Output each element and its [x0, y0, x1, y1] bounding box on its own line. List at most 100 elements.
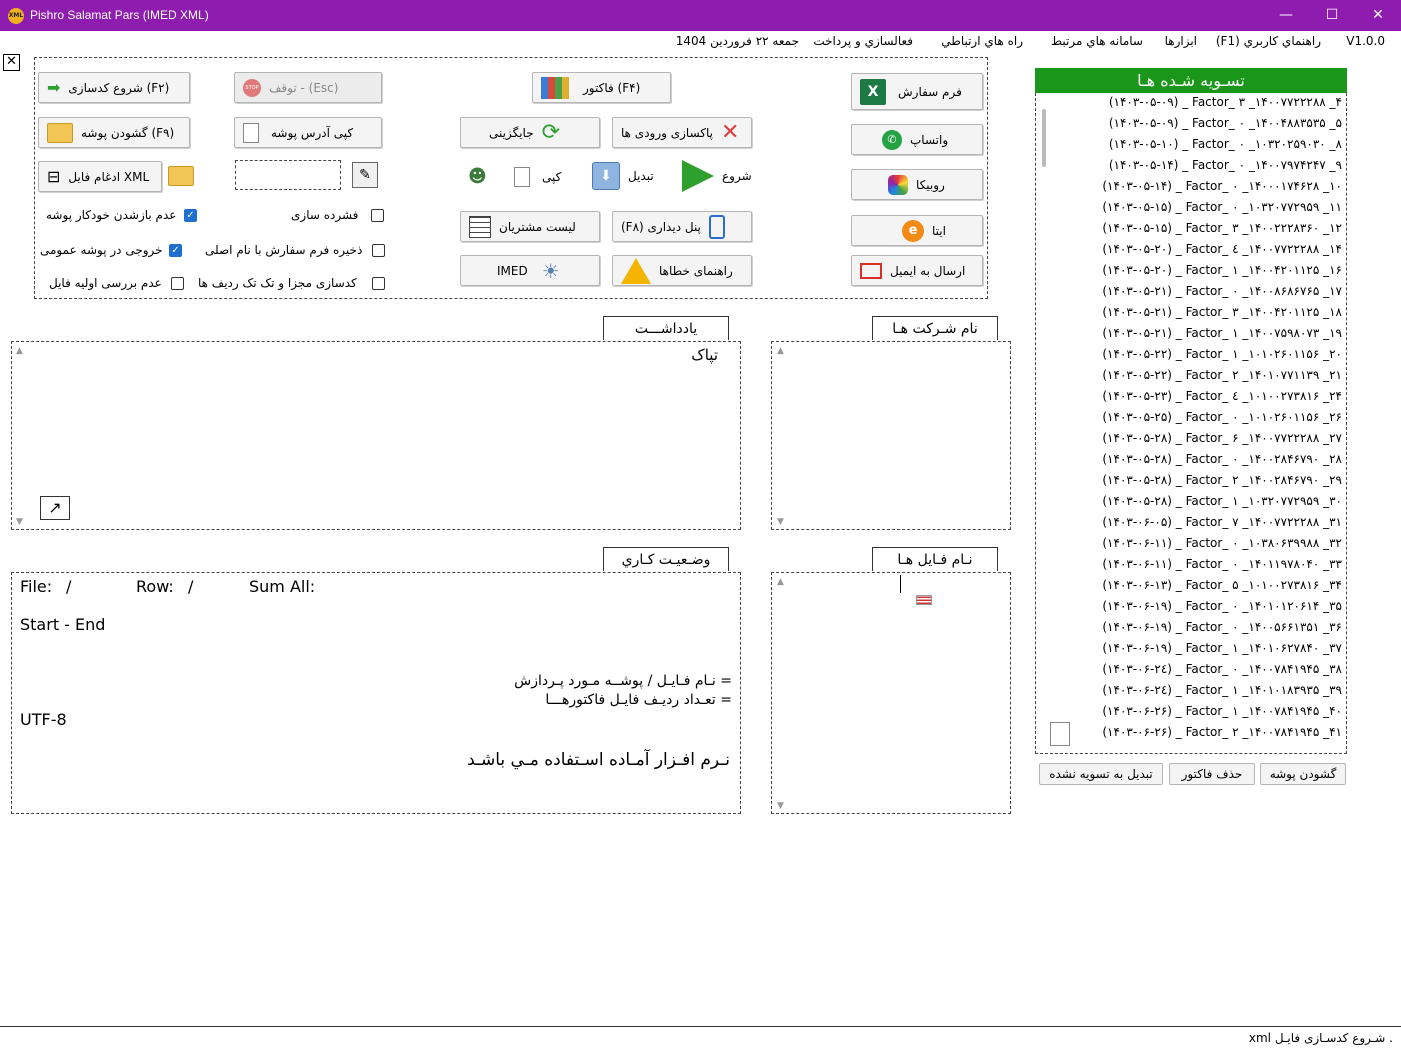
invoice-button[interactable]: فاکتور (F۴)	[532, 72, 671, 103]
notes-panel[interactable]: ▲ ▼ تپاک ↗	[11, 341, 741, 530]
settled-item[interactable]: (۱۴۰۳-۰۵-۲۱) _ Factor_ ۱ _۱۴۰۰۷۵۹۸۰۷۳ _۱…	[1102, 326, 1342, 340]
no-initial-check-checkbox[interactable]	[171, 277, 184, 290]
settled-item[interactable]: (۱۴۰۳-۰۶-۱۹) _ Factor_ ۰ _۱۴۰۱۰۱۲۰۶۱۴ _۳…	[1102, 599, 1342, 613]
menu-tools[interactable]: ابزارها	[1165, 34, 1197, 48]
app-icon: XML	[8, 8, 24, 24]
reset-icon[interactable]: ✕	[3, 54, 20, 71]
copy-button[interactable]: کپی	[514, 167, 561, 187]
replace-button[interactable]: جایگزینی ⟳	[460, 117, 600, 148]
scroll-down-icon[interactable]: ▼	[777, 801, 784, 811]
merge-xml-button[interactable]: ⊟ ادغام فایل XML	[38, 161, 162, 192]
settled-item[interactable]: (۱۴۰۳-۰۵-۱۴) _ Factor_ ۰ _۱۴۰۰۷۹۷۴۲۴۷ _۹	[1109, 158, 1342, 172]
save-icon[interactable]: ✎	[352, 162, 378, 188]
settled-item[interactable]: (۱۴۰۳-۰۶-۱۹) _ Factor_ ۱ _۱۴۰۱۰۶۲۷۸۴۰ _۳…	[1102, 641, 1342, 655]
settled-item[interactable]: (۱۴۰۳-۰۵-۲۸) _ Factor_ ۶ _۱۴۰۰۷۷۲۲۲۸۸ _۲…	[1102, 431, 1342, 445]
rubika-button[interactable]: روبیکا	[851, 169, 983, 200]
stop-button[interactable]: STOP توقف - (Esc)	[234, 72, 382, 103]
settled-item[interactable]: (۱۴۰۳-۰۵-۰۹) _ Factor_ ۳ _۱۴۰۰۷۷۲۲۲۸۸ _۴	[1109, 95, 1342, 109]
save-order-form-checkbox[interactable]	[372, 244, 385, 257]
output-general-label: خروجی در پوشه عمومی	[40, 243, 163, 257]
document-icon[interactable]	[1050, 722, 1070, 746]
close-button[interactable]: ✕	[1355, 0, 1401, 31]
settled-item[interactable]: (۱۴۰۳-۰۵-۲۸) _ Factor_ ۲ _۱۴۰۰۲۸۴۶۷۹۰ _۲…	[1102, 473, 1342, 487]
output-general-checkbox[interactable]: ✓	[169, 244, 182, 257]
minimize-button[interactable]: —	[1263, 0, 1309, 31]
menu-contact[interactable]: راه هاي ارتباطي	[941, 34, 1023, 48]
send-email-button[interactable]: ارسال به ایمیل	[851, 255, 983, 286]
start-end-text: Start - End	[20, 615, 106, 634]
settled-item[interactable]: (۱۴۰۳-۰۶-۱۹) _ Factor_ ۰ _۱۴۰۰۵۶۶۱۳۵۱ _۳…	[1102, 620, 1342, 634]
eita-button[interactable]: e ایتا	[851, 215, 983, 246]
file-names-panel[interactable]: ▲ ▼	[771, 572, 1011, 814]
settled-item[interactable]: (۱۴۰۳-۰۶-۰۵) _ Factor_ ۷ _۱۴۰۰۷۷۲۲۲۸۸ _۳…	[1102, 515, 1342, 529]
merge-folder-icon[interactable]	[168, 166, 194, 186]
maximize-button[interactable]: ☐	[1309, 0, 1355, 31]
settled-item[interactable]: (۱۴۰۳-۰۵-۱۵) _ Factor_ ۳ _۱۴۰۰۲۲۲۸۳۶۰ _۱…	[1102, 221, 1342, 235]
settled-item[interactable]: (۱۴۰۳-۰۵-۲۲) _ Factor_ ۱ _۱۰۱۰۲۶۰۱۱۵۶ _۲…	[1102, 347, 1342, 361]
refresh-icon: ⟳	[541, 119, 561, 145]
work-status-panel: File: / Row: / Sum All: Start - End نـام…	[11, 572, 741, 814]
menu-version[interactable]: V1.0.0	[1346, 34, 1385, 48]
start-coding-button[interactable]: ➡ شروع کدسازی (F۲)	[38, 72, 190, 103]
scroll-down-icon[interactable]: ▼	[16, 517, 23, 527]
sum-label: Sum All:	[249, 577, 316, 596]
settled-item[interactable]: (۱۴۰۳-۰۶-۲٤) _ Factor_ ۱ _۱۴۰۱۰۱۸۳۹۳۵ _۳…	[1102, 683, 1342, 697]
compression-checkbox[interactable]	[371, 209, 384, 222]
settled-item[interactable]: (۱۴۰۳-۰۵-۱۵) _ Factor_ ۰ _۱۰۳۲۰۷۷۲۹۵۹ _۱…	[1102, 200, 1342, 214]
menu-related-systems[interactable]: سامانه هاي مرتبط	[1051, 34, 1143, 48]
copy-folder-address-button[interactable]: کپی آدرس پوشه	[234, 117, 382, 148]
settled-item[interactable]: (۱۴۰۳-۰۵-۰۹) _ Factor_ ۰ _۱۴۰۰۴۸۸۳۵۳۵ _۵	[1109, 116, 1342, 130]
errors-guide-button[interactable]: راهنمای خطاها	[612, 255, 752, 286]
settled-item[interactable]: (۱۴۰۳-۰۶-۲۶) _ Factor_ ۲ _۱۴۰۰۷۸۴۱۹۴۵ _۴…	[1102, 725, 1342, 739]
menu-activation[interactable]: فعالسازي و پرداخت	[813, 34, 913, 48]
warning-icon	[621, 257, 651, 284]
expand-icon[interactable]: ↗	[40, 496, 70, 520]
settled-item[interactable]: (۱۴۰۳-۰۵-۲۸) _ Factor_ ۰ _۱۴۰۰۲۸۴۶۷۹۰ _۲…	[1102, 452, 1342, 466]
separate-coding-checkbox[interactable]	[372, 277, 385, 290]
scroll-up-icon[interactable]: ▲	[16, 346, 23, 356]
settled-item[interactable]: (۱۴۰۳-۰۵-۲۰) _ Factor_ ٤ _۱۴۰۰۷۷۲۲۲۸۸ _۱…	[1102, 242, 1342, 256]
settled-item[interactable]: (۱۴۰۳-۰۵-۱۰) _ Factor_ ۰ _۱۰۳۲۰۲۵۹۰۳۰ _۸	[1109, 137, 1342, 151]
order-form-button[interactable]: X فرم سفارش	[851, 73, 983, 110]
open-folder-small-button[interactable]: گشودن پوشه	[1260, 763, 1346, 785]
settled-item[interactable]: (۱۴۰۳-۰۶-۲۶) _ Factor_ ۱ _۱۴۰۰۷۸۴۱۹۴۵ _۴…	[1102, 704, 1342, 718]
lightbulb-icon: ☀	[541, 258, 560, 283]
user-icon[interactable]: ☻	[468, 164, 488, 190]
scroll-up-icon[interactable]: ▲	[777, 346, 784, 356]
settled-item[interactable]: (۱۴۰۳-۰۶-۱۱) _ Factor_ ۰ _۱۰۳۸۰۶۳۹۹۸۸ _۳…	[1102, 536, 1342, 550]
no-auto-open-label: عدم بازشدن خودکار پوشه	[46, 208, 177, 222]
settled-item[interactable]: (۱۴۰۳-۰۶-۱۳) _ Factor_ ۵ _۱۰۱۰۰۲۷۳۸۱۶ _۳…	[1102, 578, 1342, 592]
menu-help[interactable]: (F1) راهنماي كاربري	[1216, 34, 1321, 48]
settled-item[interactable]: (۱۴۰۳-۰۵-۲۳) _ Factor_ ٤ _۱۰۱۰۰۲۷۳۸۱۶ _۲…	[1102, 389, 1342, 403]
customer-list-button[interactable]: لیست مشتریان	[460, 211, 600, 242]
whatsapp-button[interactable]: ✆ واتساپ	[851, 124, 983, 155]
password-field[interactable]	[235, 160, 341, 190]
settled-item[interactable]: (۱۴۰۳-۰۵-۲۲) _ Factor_ ۲ _۱۴۰۱۰۷۷۱۱۳۹ _۲…	[1102, 368, 1342, 382]
convert-unsettled-button[interactable]: تبدیل به تسویه نشده	[1039, 763, 1163, 785]
no-auto-open-checkbox[interactable]: ✓	[184, 209, 197, 222]
settled-item[interactable]: (۱۴۰۳-۰۶-۱۱) _ Factor_ ۰ _۱۴۰۱۱۹۷۸۰۴۰ _۳…	[1102, 557, 1342, 571]
view-panel-button[interactable]: (F۸) پنل دیداری	[612, 211, 752, 242]
settled-item[interactable]: (۱۴۰۳-۰۵-۲۱) _ Factor_ ۳ _۱۴۰۰۴۲۰۱۱۲۵ _۱…	[1102, 305, 1342, 319]
convert-button[interactable]: ⬇ تبدیل	[592, 162, 654, 190]
settled-list[interactable]: (۱۴۰۳-۰۵-۰۹) _ Factor_ ۳ _۱۴۰۰۷۷۲۲۲۸۸ _۴…	[1035, 93, 1347, 754]
start-button[interactable]: شروع	[682, 160, 752, 192]
imed-button[interactable]: IMED ☀	[460, 255, 600, 286]
no-initial-check-label: عدم بررسی اولیه فایل	[49, 276, 162, 290]
settled-item[interactable]: (۱۴۰۳-۰۵-۲۸) _ Factor_ ۱ _۱۰۳۲۰۷۷۲۹۵۹ _۳…	[1102, 494, 1342, 508]
settled-item[interactable]: (۱۴۰۳-۰۵-۲۵) _ Factor_ ۰ _۱۰۱۰۲۶۰۱۱۵۶ _۲…	[1102, 410, 1342, 424]
delete-invoice-button[interactable]: حذف فاکتور	[1169, 763, 1255, 785]
open-folder-button[interactable]: گشودن پوشه (F۹)	[38, 117, 190, 148]
scroll-down-icon[interactable]: ▼	[777, 517, 784, 527]
scroll-thumb[interactable]	[1042, 109, 1046, 167]
settled-item[interactable]: (۱۴۰۳-۰۵-۲۰) _ Factor_ ۱ _۱۴۰۰۴۲۰۱۱۲۵ _۱…	[1102, 263, 1342, 277]
settled-item[interactable]: (۱۴۰۳-۰۶-۲٤) _ Factor_ ۰ _۱۴۰۰۷۸۴۱۹۴۵ _۳…	[1102, 662, 1342, 676]
flag-icon	[916, 595, 932, 605]
clear-inputs-button[interactable]: پاکسازی ورودی ها ✕	[612, 117, 752, 148]
companies-panel[interactable]: ▲ ▼	[771, 341, 1011, 530]
scroll-up-icon[interactable]: ▲	[777, 577, 784, 587]
stop-icon: STOP	[243, 78, 261, 97]
notes-tab: یادداشـــت	[603, 316, 729, 340]
settled-item[interactable]: (۱۴۰۳-۰۵-۲۱) _ Factor_ ۰ _۱۴۰۰۸۶۸۶۷۶۵ _۱…	[1102, 284, 1342, 298]
settled-item[interactable]: (۱۴۰۳-۰۵-۱۴) _ Factor_ ۰ _۱۴۰۰۰۱۷۴۶۲۸ _۱…	[1102, 179, 1342, 193]
